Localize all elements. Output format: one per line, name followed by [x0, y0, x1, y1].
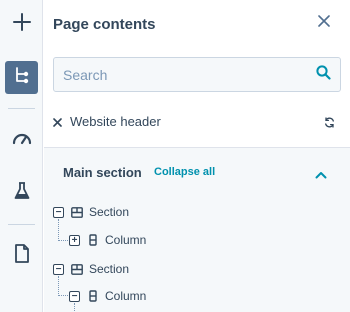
page-button[interactable] [5, 239, 38, 272]
collapse-all-link[interactable]: Collapse all [154, 166, 215, 178]
tree-structure-icon [14, 66, 30, 89]
panel-title: Page contents [53, 16, 156, 33]
main-section-title: Main section [63, 165, 142, 180]
tree-row-label: Section [89, 205, 130, 219]
gauge-icon [12, 131, 32, 150]
rail-divider [8, 224, 35, 225]
website-header-label: Website header [70, 114, 161, 129]
tree-row-column[interactable]: + Column [69, 230, 146, 250]
tree-guide [58, 276, 59, 296]
performance-button[interactable] [5, 124, 38, 157]
document-icon [14, 243, 30, 268]
close-button[interactable] [315, 14, 333, 32]
add-button[interactable] [5, 8, 38, 41]
plus-icon [12, 13, 31, 36]
tree-row-label: Section [89, 262, 130, 276]
tree-guide [58, 240, 68, 241]
column-icon [86, 234, 99, 247]
collapse-toggle[interactable]: − [69, 290, 80, 302]
page-contents-panel: Page contents Website header [44, 0, 350, 312]
collapse-toggle[interactable]: − [53, 263, 64, 275]
tree-guide [58, 295, 68, 296]
section-layout-icon [70, 263, 83, 276]
tree-row-section[interactable]: − Section [53, 202, 129, 222]
close-icon [318, 14, 330, 32]
column-icon [86, 290, 99, 303]
left-rail [0, 0, 43, 312]
rail-divider [8, 108, 35, 109]
tree-row-section[interactable]: − Section [53, 259, 129, 279]
page-contents-button[interactable] [5, 61, 38, 94]
flask-icon [14, 182, 30, 205]
search-button[interactable] [314, 65, 332, 85]
website-header-item[interactable]: Website header [53, 112, 341, 132]
test-button[interactable] [5, 177, 38, 210]
collapse-toggle[interactable]: − [53, 206, 64, 218]
tree-row-column[interactable]: − Column [69, 286, 146, 306]
tree-guide [58, 219, 59, 241]
expand-toggle[interactable]: + [69, 234, 80, 246]
section-layout-icon [70, 206, 83, 219]
search-icon [315, 65, 331, 85]
main-section-area: Main section Collapse all − Section + Co… [44, 148, 350, 312]
search-input[interactable] [54, 58, 304, 91]
sync-icon[interactable] [324, 115, 336, 128]
tree-row-label: Column [105, 233, 147, 247]
header-x-icon [53, 114, 63, 127]
tree-row-label: Column [105, 289, 147, 303]
chevron-up-icon[interactable] [315, 166, 329, 179]
search-box [53, 57, 341, 92]
